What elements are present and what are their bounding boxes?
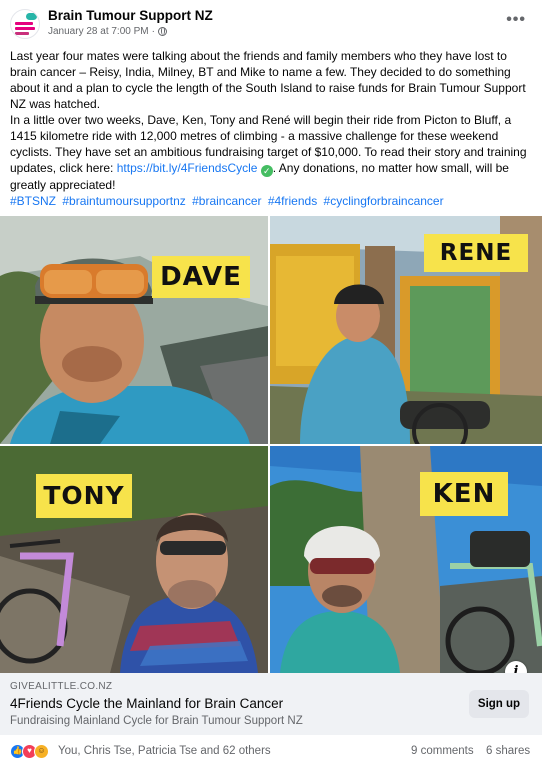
post-meta: January 28 at 7:00 PM · <box>48 26 167 37</box>
page-avatar[interactable] <box>10 9 40 39</box>
reaction-summary[interactable]: You, Chris Tse, Patricia Tse and 62 othe… <box>58 745 271 757</box>
hashtag-link[interactable]: #braintumoursupportnz <box>62 194 185 208</box>
post-footer: 👍 ♥ ☺ You, Chris Tse, Patricia Tse and 6… <box>0 738 542 766</box>
hashtag-link[interactable]: #braincancer <box>192 194 261 208</box>
name-tag-rene: RENE <box>424 234 528 272</box>
globe-icon <box>157 27 167 36</box>
post-body: Last year four mates were talking about … <box>10 48 534 209</box>
shares-count[interactable]: 6 shares <box>486 745 530 757</box>
hashtag-link[interactable]: #BTSNZ <box>10 194 56 208</box>
link-title[interactable]: 4Friends Cycle the Mainland for Brain Ca… <box>10 696 283 711</box>
reaction-icons[interactable]: 👍 ♥ ☺ <box>10 744 49 759</box>
hashtag-link[interactable]: #cyclingforbraincancer <box>324 194 444 208</box>
verified-check-icon: ✓ <box>260 165 273 177</box>
more-options-button[interactable]: ••• <box>506 12 526 28</box>
post-header: Brain Tumour Support NZ January 28 at 7:… <box>0 0 542 44</box>
post-paragraph: Last year four mates were talking about … <box>10 49 526 111</box>
name-tag-tony: TONY <box>36 474 132 518</box>
comments-count[interactable]: 9 comments <box>411 745 474 757</box>
post-paragraph: In a little over two weeks, Dave, Ken, T… <box>10 113 527 192</box>
photo-ken[interactable]: KEN <box>270 446 542 673</box>
link-preview-card[interactable]: GIVEALITTLE.CO.NZ 4Friends Cycle the Mai… <box>0 673 542 735</box>
sign-up-button[interactable]: Sign up <box>469 690 529 718</box>
meta-separator: · <box>151 26 155 37</box>
link-subtitle: Fundraising Mainland Cycle for Brain Tum… <box>10 715 303 727</box>
photo-rene[interactable]: RENE <box>270 216 542 444</box>
fundraiser-link[interactable]: https://bit.ly/4FriendsCycle <box>117 161 258 175</box>
hashtags: #BTSNZ #braintumoursupportnz #braincance… <box>10 193 534 209</box>
hashtag-link[interactable]: #4friends <box>268 194 317 208</box>
photo-tony[interactable]: TONY <box>0 446 268 673</box>
post-date[interactable]: January 28 at 7:00 PM <box>48 26 149 37</box>
photo-dave-image <box>0 216 268 444</box>
care-icon: ☺ <box>34 744 49 759</box>
photo-grid: DAVE RENE TONY KEN <box>0 216 542 673</box>
link-domain: GIVEALITTLE.CO.NZ <box>10 681 113 692</box>
page-name-link[interactable]: Brain Tumour Support NZ <box>48 8 213 23</box>
name-tag-dave: DAVE <box>152 256 250 298</box>
name-tag-ken: KEN <box>420 472 508 516</box>
photo-dave[interactable]: DAVE <box>0 216 268 444</box>
